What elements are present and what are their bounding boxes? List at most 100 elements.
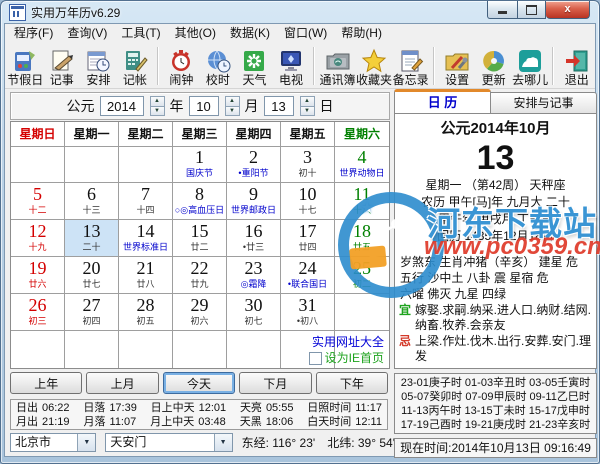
day-cell-2[interactable]: 2 •重阳节 <box>227 146 281 183</box>
schedule-button[interactable]: 安排 <box>80 44 117 87</box>
memo-button[interactable]: 备忘录 <box>392 44 429 87</box>
alarm-button[interactable]: 闹钟 <box>163 44 200 87</box>
landmark-value: 天安门 <box>110 434 147 449</box>
settings-icon <box>444 47 470 74</box>
exit-icon <box>564 47 590 74</box>
day-cell-20[interactable]: 20 廿七 <box>65 257 119 294</box>
sun-moon-info: 日出 06:22 日落 17:39 日上中天 12:01 天亮 05:55 日照时间 11:17 月… <box>10 399 388 430</box>
chevron-down-icon[interactable]: ▼ <box>213 433 232 451</box>
menu-item-6[interactable]: 帮助(H) <box>334 24 389 43</box>
day-cell-4[interactable]: 4 世界动物日 <box>335 146 389 183</box>
day-input[interactable] <box>263 96 294 116</box>
lunar-or-festival-label: •重阳节 <box>238 168 269 178</box>
prev-month-button[interactable]: 上月 <box>86 372 159 394</box>
day-cell-3[interactable]: 3 初十 <box>281 146 335 183</box>
day-number: 24 <box>298 258 317 278</box>
maximize-button[interactable] <box>518 1 546 19</box>
next-month-button[interactable]: 下月 <box>239 372 312 394</box>
astro-value: 05:55 <box>265 402 294 414</box>
astro-value: 18:06 <box>265 416 294 428</box>
account-button[interactable]: 记帐 <box>117 44 154 87</box>
toolbar: 节假日 记事 安排 记帐 闹钟 校时 天气 电视 通讯簿 收藏夹 备忘录 设置 更新 去哪儿 退出 <box>5 43 595 89</box>
day-cell-31[interactable]: 31 •初八 <box>281 294 335 331</box>
day-cell-28[interactable]: 28 初五 <box>119 294 173 331</box>
travel-button[interactable]: 去哪儿 <box>512 44 549 87</box>
prev-year-button[interactable]: 上年 <box>10 372 83 394</box>
update-button[interactable]: 更新 <box>475 44 512 87</box>
day-cell-6[interactable]: 6 十三 <box>65 183 119 220</box>
favorites-button[interactable]: 收藏夹 <box>356 44 393 87</box>
exit-button[interactable]: 退出 <box>558 44 595 87</box>
day-cell-26[interactable]: 26 初三 <box>11 294 65 331</box>
coordinates: 东经: 116° 23' 北纬: 39° 54' <box>242 434 395 451</box>
chevron-down-icon[interactable]: ▼ <box>77 433 96 451</box>
menu-item-2[interactable]: 工具(T) <box>114 24 167 43</box>
day-cell-21[interactable]: 21 廿八 <box>119 257 173 294</box>
tab-schedule-notes[interactable]: 安排与记事 <box>491 92 597 114</box>
day-cell-30[interactable]: 30 初七 <box>227 294 281 331</box>
account-icon <box>122 47 148 74</box>
day-cell-empty <box>65 331 119 368</box>
era-label: 公元 <box>66 98 95 114</box>
tv-button[interactable]: 电视 <box>273 44 310 87</box>
contacts-button[interactable]: 通讯簿 <box>319 44 356 87</box>
day-cell-8[interactable]: 8 ○◎高血压日 <box>173 183 227 220</box>
day-cell-23[interactable]: 23 ◎霜降 <box>227 257 281 294</box>
day-cell-1[interactable]: 1 国庆节 <box>173 146 227 183</box>
day-cell-10[interactable]: 10 十七 <box>281 183 335 220</box>
menu-item-5[interactable]: 窗口(W) <box>277 24 334 43</box>
favorites-icon <box>361 47 387 74</box>
holiday-button[interactable]: 节假日 <box>7 44 44 87</box>
weather-button[interactable]: 天气 <box>236 44 273 87</box>
astro-pair: 日落 17:39 <box>83 401 137 415</box>
day-cell-7[interactable]: 7 十四 <box>119 183 173 220</box>
day-cell-16[interactable]: 16 •廿三 <box>227 220 281 257</box>
close-button[interactable]: x <box>546 1 590 19</box>
menu-item-3[interactable]: 其他(O) <box>168 24 223 43</box>
day-cell-24[interactable]: 24 •联合国日 <box>281 257 335 294</box>
longitude-label: 东经: <box>241 435 269 450</box>
month-spinner[interactable]: ▲ ▼ <box>224 96 240 116</box>
day-cell-15[interactable]: 15 廿二 <box>173 220 227 257</box>
minimize-button[interactable] <box>487 1 518 19</box>
day-spinner[interactable]: ▲ ▼ <box>299 96 315 116</box>
day-number: 31 <box>298 295 317 315</box>
menu-item-1[interactable]: 查询(V) <box>60 24 114 43</box>
day-cell-13[interactable]: 13 二十 <box>65 220 119 257</box>
day-cell-25[interactable]: 25 初二 <box>335 257 389 294</box>
today-button[interactable]: 今天 <box>162 372 236 394</box>
useful-sites-link[interactable]: 实用网址大全 <box>309 334 384 350</box>
menu-item-4[interactable]: 数据(K) <box>223 24 277 43</box>
day-cell-19[interactable]: 19 廿六 <box>11 257 65 294</box>
day-unit-label: 日 <box>319 98 334 114</box>
settings-button[interactable]: 设置 <box>439 44 476 87</box>
menu-item-0[interactable]: 程序(F) <box>7 24 60 43</box>
day-cell-empty <box>335 294 389 331</box>
month-input[interactable] <box>188 96 219 116</box>
day-cell-5[interactable]: 5 十二 <box>11 183 65 220</box>
day-cell-27[interactable]: 27 初四 <box>65 294 119 331</box>
year-spinner[interactable]: ▲ ▼ <box>149 96 165 116</box>
day-cell-11[interactable]: 11 十八 <box>335 183 389 220</box>
day-number: 16 <box>244 221 263 241</box>
day-cell-18[interactable]: 18 廿五 <box>335 220 389 257</box>
landmark-select[interactable]: 天安门 ▼ <box>105 432 233 452</box>
tab-calendar[interactable]: 日 历 <box>394 89 491 114</box>
next-year-button[interactable]: 下年 <box>315 372 389 394</box>
notes-button[interactable]: 记事 <box>44 44 81 87</box>
longitude-value: 116° 23' <box>272 435 316 450</box>
day-cell-22[interactable]: 22 廿九 <box>173 257 227 294</box>
panel-date-line: 农历 甲午[马]年 九月大 二十 <box>421 195 570 209</box>
homepage-checkbox[interactable] <box>308 351 322 365</box>
day-cell-14[interactable]: 14 世界标准日 <box>119 220 173 257</box>
set-homepage-option[interactable]: 设为IE首页 <box>308 350 384 366</box>
lunar-or-festival-label: 十二 <box>28 205 47 215</box>
timesync-button[interactable]: 校时 <box>200 44 237 87</box>
year-input[interactable] <box>99 96 144 116</box>
city-select[interactable]: 北京市 ▼ <box>10 432 97 452</box>
day-cell-12[interactable]: 12 十九 <box>11 220 65 257</box>
astro-pair: 天黑 18:06 <box>240 415 294 429</box>
day-cell-17[interactable]: 17 廿四 <box>281 220 335 257</box>
day-cell-29[interactable]: 29 初六 <box>173 294 227 331</box>
day-cell-9[interactable]: 9 世界邮政日 <box>227 183 281 220</box>
